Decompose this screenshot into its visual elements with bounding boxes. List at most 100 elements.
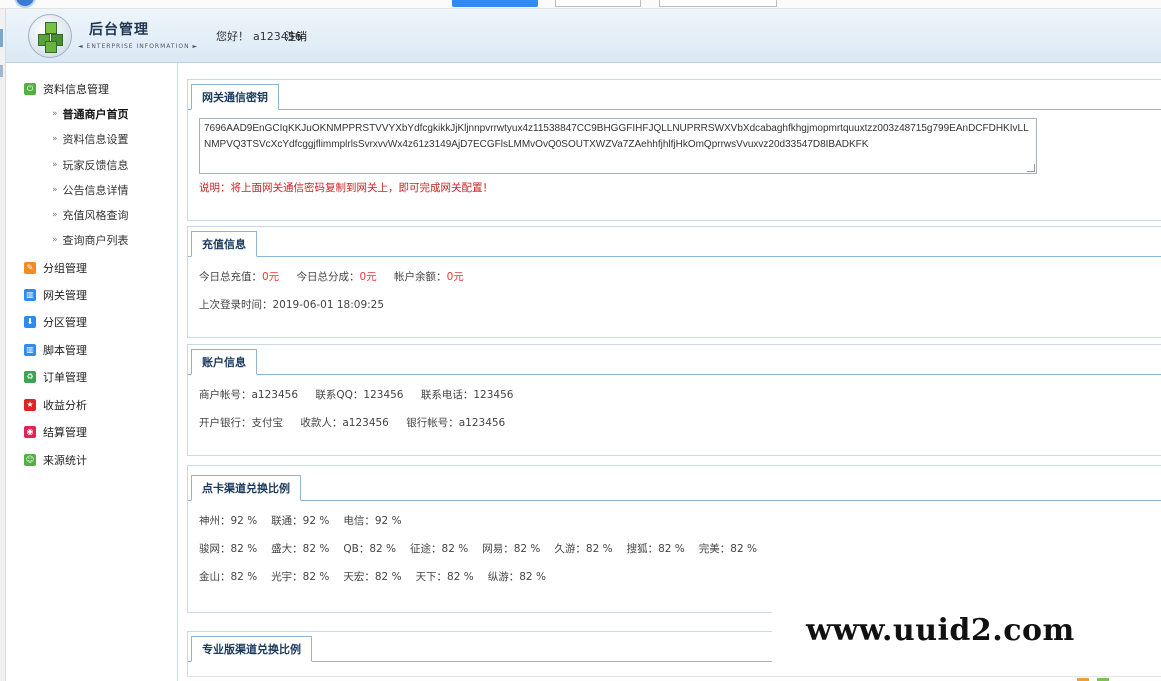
sidebar-section[interactable]: ✎ 分组管理 <box>24 259 87 277</box>
tab-account[interactable]: 账户信息 <box>191 349 257 375</box>
sidebar-section-label: 收益分析 <box>43 399 87 412</box>
last-login-label: 上次登录时间： <box>199 299 273 311</box>
bank-value: 支付宝 <box>251 417 284 429</box>
sidebar-subitem-label: 查询商户列表 <box>62 234 129 247</box>
card-rate-item: 神州：92 % <box>199 515 258 527</box>
watermark-text: www.uuid2.com <box>806 612 1075 648</box>
recharge-summary: 今日总充值：0元 今日总分成：0元 帐户余额：0元 <box>199 263 1161 291</box>
sidebar-section[interactable]: ▥ 脚本管理 <box>24 341 87 359</box>
double-chevron-icon: » <box>52 160 58 170</box>
sidebar-section-label: 订单管理 <box>43 371 87 384</box>
card-rate-item: 光宇：82 % <box>271 571 330 583</box>
double-chevron-icon: » <box>52 185 58 195</box>
phone-value: 123456 <box>473 389 514 401</box>
pencil-icon: ✎ <box>24 262 36 274</box>
cube-logo-icon <box>28 14 72 58</box>
grid-icon: ▥ <box>24 289 36 301</box>
qq-value: 123456 <box>363 389 404 401</box>
card-rate-item: 天下：82 % <box>415 571 474 583</box>
sidebar-section[interactable]: ⏻ 资料信息管理 <box>24 80 109 98</box>
edge-marker <box>0 29 3 47</box>
account-panel: 账户信息 商户帐号：a123456 联系QQ：123456 联系电话：12345… <box>187 344 1161 456</box>
today-share-label: 今日总分成： <box>296 271 360 283</box>
sidebar-subitem-label: 公告信息详情 <box>62 184 129 197</box>
power-icon: ⏻ <box>24 83 36 95</box>
account-contact-line: 商户帐号：a123456 联系QQ：123456 联系电话：123456 <box>199 381 1161 409</box>
card-rate-item: 搜狐：82 % <box>626 543 685 555</box>
app-subtitle: ◄ ENTERPRISE INFORMATION ► <box>78 43 199 50</box>
recycle-icon: ♻ <box>24 371 36 383</box>
sidebar-section-label: 来源统计 <box>43 454 87 467</box>
top-tab-active[interactable] <box>452 0 538 7</box>
sidebar-subitem[interactable]: » 资料信息设置 <box>52 131 129 147</box>
edge-marker <box>0 65 3 77</box>
sidebar-subitem[interactable]: » 充值风格查询 <box>52 207 129 223</box>
last-login-value: 2019-06-01 18:09:25 <box>272 299 385 311</box>
payee-value: a123456 <box>342 417 389 429</box>
recharge-panel: 充值信息 今日总充值：0元 今日总分成：0元 帐户余额：0元 上次登录时间：20… <box>187 226 1161 338</box>
top-tab[interactable] <box>555 0 641 7</box>
sidebar-section[interactable]: ⬇ 分区管理 <box>24 313 87 331</box>
card-rate-item: 网易：82 % <box>482 543 541 555</box>
grid-icon: ▥ <box>24 344 36 356</box>
sidebar-subitem[interactable]: » 玩家反馈信息 <box>52 157 129 173</box>
card-rate-item: 征途：82 % <box>410 543 469 555</box>
sidebar-section-label: 资料信息管理 <box>43 83 109 96</box>
tab-recharge[interactable]: 充值信息 <box>191 231 257 257</box>
double-chevron-icon: » <box>52 210 58 220</box>
gateway-key-value: 7696AAD9EnGCIqKKJuOKNMPPRSTVVYXbYdfcgkik… <box>204 123 1029 150</box>
double-chevron-icon: » <box>52 134 58 144</box>
card-rate-item: 盛大：82 % <box>271 543 330 555</box>
qq-label: 联系QQ： <box>315 389 364 401</box>
download-icon: ⬇ <box>24 316 36 328</box>
greeting-text: 您好！ <box>216 30 249 43</box>
bank-label: 开户银行： <box>199 417 252 429</box>
phone-label: 联系电话： <box>420 389 474 401</box>
sidebar-section[interactable]: ◉ 结算管理 <box>24 423 87 441</box>
sidebar-section-label: 结算管理 <box>43 426 87 439</box>
sidebar-section[interactable]: ☺ 来源统计 <box>24 451 87 469</box>
sidebar-section[interactable]: ▥ 网关管理 <box>24 286 87 304</box>
card-rate-item: 天宏：82 % <box>343 571 402 583</box>
merchant-label: 商户帐号： <box>199 389 252 401</box>
sidebar-subitem[interactable]: » 公告信息详情 <box>52 182 129 198</box>
tab-card-rates[interactable]: 点卡渠道兑换比例 <box>191 475 301 501</box>
card-rate-item: 电信：92 % <box>343 515 402 527</box>
gateway-key-textarea[interactable]: 7696AAD9EnGCIqKKJuOKNMPPRSTVVYXbYdfcgkik… <box>199 118 1037 174</box>
sidebar-subitem[interactable]: » 查询商户列表 <box>52 232 129 248</box>
sidebar-subitem[interactable]: » 普通商户首页 <box>52 106 129 122</box>
account-bank-line: 开户银行：支付宝 收款人：a123456 银行帐号：a123456 <box>199 409 1161 437</box>
watermark: www.uuid2.com <box>772 598 1161 662</box>
balance-label: 帐户余额： <box>394 271 447 283</box>
logout-link[interactable]: 注销 <box>285 28 307 44</box>
gateway-key-note: 说明：将上面网关通信密码复制到网关上，即可完成网关配置！ <box>199 182 493 194</box>
sidebar-section[interactable]: ♻ 订单管理 <box>24 368 87 386</box>
sidebar-subitem-label: 普通商户首页 <box>62 108 129 121</box>
today-share-value: 0元 <box>359 271 377 283</box>
top-tab[interactable] <box>659 0 777 7</box>
app-title: 后台管理 <box>89 22 149 38</box>
card-rate-item: 纵游：82 % <box>487 571 546 583</box>
sidebar-section-label: 分组管理 <box>43 262 87 275</box>
card-rate-row: 金山：82 % 光宇：82 % 天宏：82 % 天下：82 % 纵游：82 % <box>199 563 1161 591</box>
sidebar-section[interactable]: ★ 收益分析 <box>24 396 87 414</box>
bank-account-value: a123456 <box>458 417 506 429</box>
card-rate-item: 久游：82 % <box>554 543 613 555</box>
merchant-value: a123456 <box>251 389 299 401</box>
double-chevron-icon: » <box>52 235 58 245</box>
bottom-strip <box>187 676 1161 681</box>
card-rate-row: 神州：92 % 联通：92 % 电信：92 % <box>199 507 1161 535</box>
balance-value: 0元 <box>446 271 464 283</box>
tab-pro-rates[interactable]: 专业版渠道兑换比例 <box>191 636 312 662</box>
browser-logo-icon <box>14 0 36 8</box>
sidebar-subitem-label: 玩家反馈信息 <box>62 159 129 172</box>
card-rates-panel: 点卡渠道兑换比例 神州：92 % 联通：92 % 电信：92 % 骏网：82 % 盛大：… <box>187 465 1161 613</box>
sidebar-subitem-label: 充值风格查询 <box>62 209 129 222</box>
bank-account-label: 银行帐号： <box>406 417 459 429</box>
sidebar-subitem-label: 资料信息设置 <box>62 133 129 146</box>
resize-handle-icon[interactable] <box>1027 164 1035 172</box>
admin-header: 后台管理 ◄ ENTERPRISE INFORMATION ► 您好！ a1234… <box>6 9 1161 63</box>
today-recharge-label: 今日总充值： <box>199 271 262 283</box>
card-rate-item: 完美：82 % <box>698 543 757 555</box>
tab-gateway-key[interactable]: 网关通信密钥 <box>191 84 279 110</box>
